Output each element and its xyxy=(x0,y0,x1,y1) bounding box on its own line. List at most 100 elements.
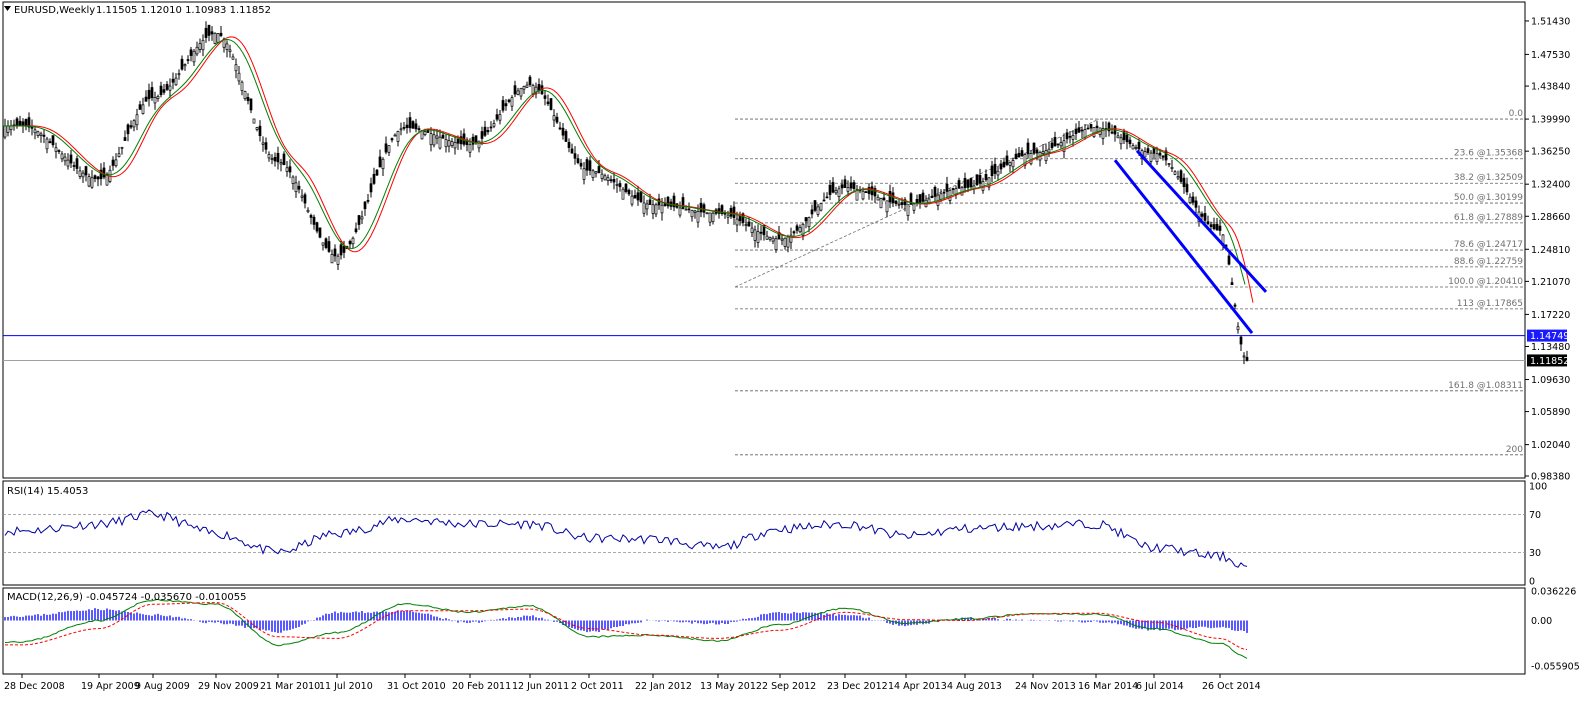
candle xyxy=(1050,137,1054,151)
candle xyxy=(246,93,250,105)
candle xyxy=(300,189,304,202)
ma-green-line[interactable] xyxy=(3,38,1246,285)
candle xyxy=(357,215,361,230)
y-tick-label: 1.24810 xyxy=(1531,245,1570,256)
fib-level-label: 78.6 @1.24717 xyxy=(1454,240,1523,250)
candle xyxy=(273,152,277,167)
x-tick-label: 12 Jun 2011 xyxy=(512,681,569,692)
candle xyxy=(162,83,166,95)
fib-level-label: 113 @1.17865 xyxy=(1457,299,1523,309)
candle xyxy=(564,129,568,142)
candle xyxy=(498,109,502,125)
candle xyxy=(972,179,976,195)
candle xyxy=(816,204,820,217)
candle xyxy=(546,94,550,107)
candle xyxy=(918,194,922,209)
candle xyxy=(159,81,163,98)
candle xyxy=(513,80,517,98)
candle xyxy=(561,122,565,140)
candle xyxy=(1164,147,1168,166)
candle xyxy=(1089,123,1093,132)
macd-line[interactable] xyxy=(4,598,1248,659)
candle xyxy=(813,200,817,213)
chart-canvas: 0.0 23.6 @1.35368 38.2 @1.32509 50.0 @1.301… xyxy=(2,1,1580,692)
candle xyxy=(954,185,958,200)
candle xyxy=(39,131,43,143)
candle xyxy=(42,129,46,144)
candle xyxy=(411,120,415,129)
candle xyxy=(738,211,742,226)
candle xyxy=(282,151,286,166)
x-tick-label: 24 Nov 2013 xyxy=(1015,681,1076,692)
candle xyxy=(957,177,961,189)
candle xyxy=(66,153,70,170)
ohlc-readout: 1.11505 1.12010 1.10983 1.11852 xyxy=(96,5,271,16)
candle xyxy=(615,177,619,193)
candle xyxy=(543,90,547,106)
candle xyxy=(57,149,61,155)
candle xyxy=(1005,150,1009,167)
candle xyxy=(462,128,466,147)
candle xyxy=(1161,155,1165,161)
candle xyxy=(219,25,223,38)
candle xyxy=(15,116,19,129)
candle xyxy=(444,133,448,153)
candle xyxy=(207,24,211,42)
y-tick-label: 1.51430 xyxy=(1531,16,1570,27)
ma-red-line[interactable] xyxy=(11,36,1254,303)
candle xyxy=(1233,302,1237,309)
candle xyxy=(1119,133,1123,150)
candle xyxy=(792,230,796,237)
candle xyxy=(651,200,655,220)
candle xyxy=(312,214,316,230)
candle xyxy=(396,130,400,147)
y-tick-label: 1.28660 xyxy=(1531,212,1570,223)
candle xyxy=(285,160,289,177)
candle xyxy=(453,135,457,155)
candle xyxy=(240,80,244,96)
candle xyxy=(516,87,520,96)
candle xyxy=(1242,352,1246,365)
candle xyxy=(321,242,325,251)
candle xyxy=(408,112,412,133)
candle xyxy=(1101,121,1105,145)
candle xyxy=(822,192,826,202)
candle xyxy=(465,137,469,152)
candle xyxy=(1023,152,1027,169)
candle xyxy=(294,175,298,198)
fib-level-label: 200 xyxy=(1506,445,1523,455)
candle xyxy=(144,90,148,102)
y-tick-label: 1.21070 xyxy=(1531,277,1570,288)
candle xyxy=(291,175,295,190)
candle xyxy=(9,120,13,136)
candle xyxy=(267,151,271,162)
x-tick-label: 19 Apr 2009 xyxy=(81,681,140,692)
triangle-down-icon[interactable] xyxy=(4,6,11,11)
candle xyxy=(450,137,454,148)
rsi-line[interactable] xyxy=(4,509,1248,568)
candle xyxy=(1062,133,1066,159)
candle xyxy=(69,150,73,168)
candle xyxy=(1113,124,1117,142)
candle xyxy=(270,154,274,165)
candle xyxy=(519,87,523,100)
candle xyxy=(168,78,172,98)
candle xyxy=(1182,173,1186,194)
candle xyxy=(1047,142,1051,157)
candle xyxy=(390,137,394,143)
candle xyxy=(1218,219,1222,236)
macd-signal-line[interactable] xyxy=(5,602,1248,650)
candle xyxy=(666,196,670,209)
candle xyxy=(600,169,604,182)
candle xyxy=(72,161,76,172)
candle xyxy=(594,171,598,178)
candle xyxy=(171,72,175,90)
candle xyxy=(603,173,607,181)
candle xyxy=(375,168,379,177)
candle xyxy=(978,168,982,189)
candle xyxy=(177,69,181,80)
candle xyxy=(78,166,82,180)
candle xyxy=(555,112,559,124)
candle xyxy=(1026,138,1030,159)
candle xyxy=(1230,277,1234,286)
